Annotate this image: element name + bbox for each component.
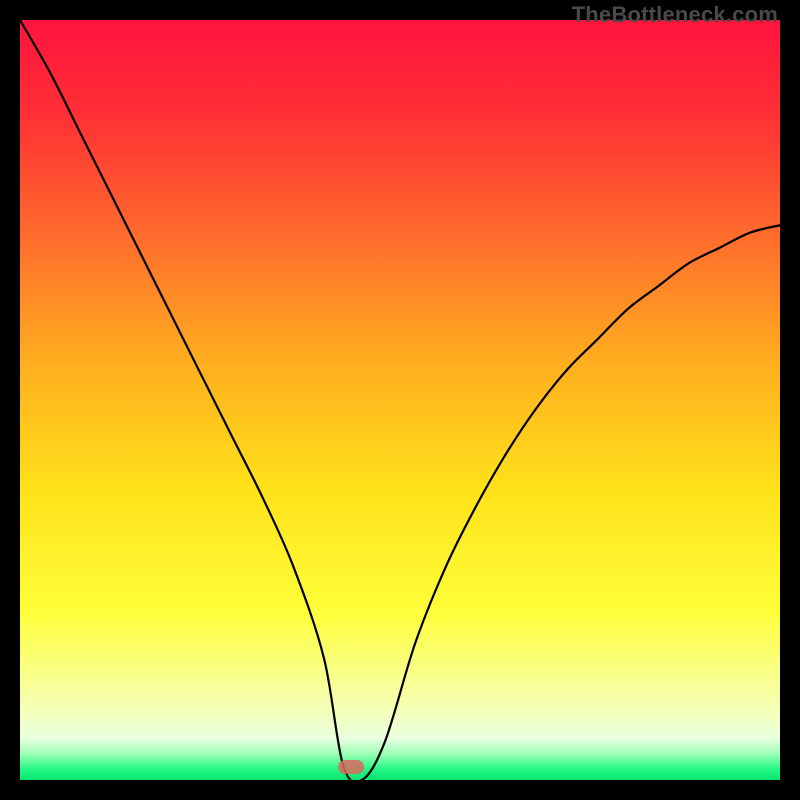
gradient-plot-svg (20, 20, 780, 780)
watermark-text: TheBottleneck.com (572, 2, 778, 28)
gradient-background (20, 20, 780, 780)
minimum-marker (338, 760, 364, 774)
plot-area (20, 20, 780, 780)
chart-frame: TheBottleneck.com (0, 0, 800, 800)
